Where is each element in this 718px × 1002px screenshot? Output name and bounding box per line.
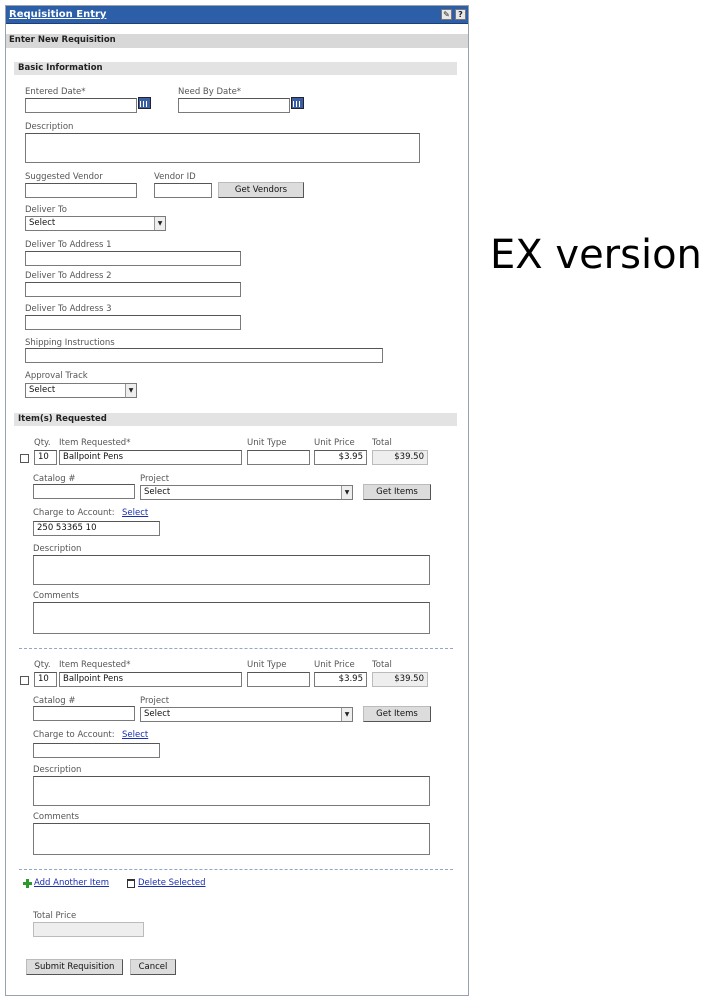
project-value: Select (144, 709, 171, 719)
total-label: Total (372, 438, 392, 448)
address-2-field[interactable] (25, 282, 241, 297)
comments-field[interactable] (33, 823, 430, 855)
get-vendors-button[interactable]: Get Vendors (218, 182, 304, 198)
account-select-link[interactable]: Select (122, 508, 148, 518)
delete-selected-link[interactable]: Delete Selected (138, 878, 205, 888)
item-description-field[interactable] (33, 776, 430, 806)
edit-icon[interactable]: ✎ (441, 9, 452, 20)
qty-label: Qty. (34, 660, 51, 670)
address-3-label: Deliver To Address 3 (25, 304, 112, 314)
unit-price-field[interactable]: $3.95 (314, 450, 367, 465)
vendor-id-field[interactable] (154, 183, 212, 198)
qty-field[interactable]: 10 (34, 450, 57, 465)
entered-date-field[interactable] (25, 98, 137, 113)
approval-track-select[interactable]: Select ▼ (25, 383, 137, 398)
item-description-label: Description (33, 544, 82, 554)
calendar-icon[interactable] (138, 97, 151, 109)
comments-label: Comments (33, 812, 80, 822)
unit-type-label: Unit Type (247, 660, 287, 670)
chevron-down-icon[interactable]: ▼ (125, 384, 136, 397)
chevron-down-icon[interactable]: ▼ (341, 708, 352, 721)
deliver-to-label: Deliver To (25, 205, 67, 215)
comments-label: Comments (33, 591, 80, 601)
approval-track-label: Approval Track (25, 371, 88, 381)
project-value: Select (144, 487, 171, 497)
address-1-field[interactable] (25, 251, 241, 266)
total-price-label: Total Price (33, 911, 77, 921)
calendar-icon[interactable] (291, 97, 304, 109)
requisition-portlet: Requisition Entry ✎ ? Enter New Requisit… (5, 5, 469, 996)
project-label: Project (140, 696, 170, 706)
project-select[interactable]: Select ▼ (140, 707, 353, 722)
total-field: $39.50 (372, 672, 428, 687)
entered-date-label: Entered Date* (25, 87, 86, 97)
comments-field[interactable] (33, 602, 430, 634)
catalog-field[interactable] (33, 484, 135, 499)
unit-price-label: Unit Price (314, 660, 355, 670)
cancel-button[interactable]: Cancel (130, 959, 176, 975)
chevron-down-icon[interactable]: ▼ (154, 217, 165, 230)
total-price-field (33, 922, 144, 937)
total-label: Total (372, 660, 392, 670)
vendor-id-label: Vendor ID (154, 172, 196, 182)
chevron-down-icon[interactable]: ▼ (341, 486, 352, 499)
shipping-instructions-field[interactable] (25, 348, 383, 363)
item-select-checkbox[interactable] (20, 454, 29, 463)
address-2-label: Deliver To Address 2 (25, 271, 112, 281)
side-note: EX version (490, 232, 702, 278)
unit-type-field[interactable] (247, 450, 310, 465)
charge-account-field[interactable]: 250 53365 10 (33, 521, 160, 536)
item-description-field[interactable] (33, 555, 430, 585)
add-another-item-link[interactable]: Add Another Item (34, 878, 109, 888)
section-basic-information: Basic Information (14, 62, 457, 75)
add-icon[interactable] (23, 879, 32, 888)
submit-requisition-button[interactable]: Submit Requisition (26, 959, 123, 975)
charge-account-field[interactable] (33, 743, 160, 758)
unit-price-label: Unit Price (314, 438, 355, 448)
catalog-label: Catalog # (33, 474, 76, 484)
trash-icon[interactable] (127, 879, 135, 888)
window-title[interactable]: Requisition Entry (9, 9, 106, 20)
item-requested-label: Item Requested* (59, 438, 131, 448)
approval-track-value: Select (29, 385, 56, 395)
charge-to-account-label: Charge to Account: (33, 508, 115, 518)
address-1-label: Deliver To Address 1 (25, 240, 112, 250)
account-select-link[interactable]: Select (122, 730, 148, 740)
item-requested-field[interactable]: Ballpoint Pens (59, 450, 242, 465)
shipping-instructions-label: Shipping Instructions (25, 338, 115, 348)
catalog-field[interactable] (33, 706, 135, 721)
deliver-to-value: Select (29, 218, 56, 228)
unit-price-field[interactable]: $3.95 (314, 672, 367, 687)
item-select-checkbox[interactable] (20, 676, 29, 685)
form-header: Enter New Requisition (6, 34, 468, 48)
description-field[interactable] (25, 133, 420, 163)
get-items-button[interactable]: Get Items (363, 484, 431, 500)
item-description-label: Description (33, 765, 82, 775)
item-divider (19, 648, 453, 649)
section-items-requested: Item(s) Requested (14, 413, 457, 426)
item-requested-field[interactable]: Ballpoint Pens (59, 672, 242, 687)
deliver-to-select[interactable]: Select ▼ (25, 216, 166, 231)
project-select[interactable]: Select ▼ (140, 485, 353, 500)
suggested-vendor-field[interactable] (25, 183, 137, 198)
qty-field[interactable]: 10 (34, 672, 57, 687)
suggested-vendor-label: Suggested Vendor (25, 172, 103, 182)
unit-type-field[interactable] (247, 672, 310, 687)
qty-label: Qty. (34, 438, 51, 448)
help-icon[interactable]: ? (455, 9, 466, 20)
need-by-date-field[interactable] (178, 98, 290, 113)
project-label: Project (140, 474, 170, 484)
address-3-field[interactable] (25, 315, 241, 330)
unit-type-label: Unit Type (247, 438, 287, 448)
item-divider (19, 869, 453, 870)
catalog-label: Catalog # (33, 696, 76, 706)
item-requested-label: Item Requested* (59, 660, 131, 670)
charge-to-account-label: Charge to Account: (33, 730, 115, 740)
get-items-button[interactable]: Get Items (363, 706, 431, 722)
total-field: $39.50 (372, 450, 428, 465)
description-label: Description (25, 122, 74, 132)
title-bar: Requisition Entry ✎ ? (6, 6, 468, 24)
need-by-date-label: Need By Date* (178, 87, 242, 97)
